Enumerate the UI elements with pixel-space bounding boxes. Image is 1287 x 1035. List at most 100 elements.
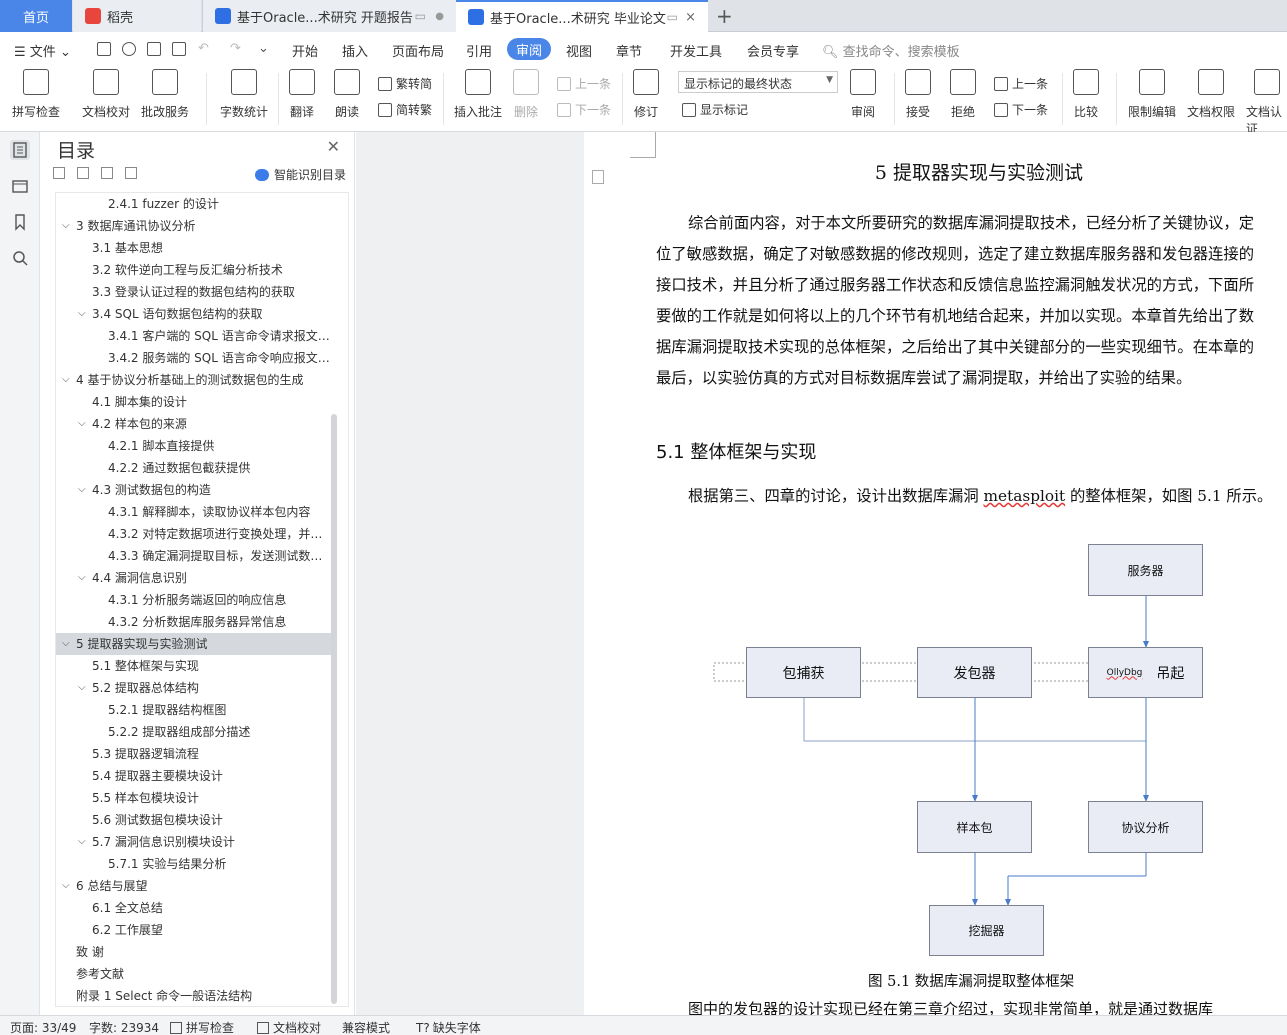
redo-icon[interactable]: ↷ [230,41,241,56]
chevron-down-icon[interactable]: ⌵ [62,215,72,237]
toc-item[interactable]: ⌵ 3.4 SQL 语句数据包结构的获取 [56,303,331,325]
toc-item[interactable]: 5.4 提取器主要模块设计 [56,765,331,787]
toc-item[interactable]: 5.2.1 提取器结构框图 [56,699,331,721]
revise-button[interactable]: 修订 [633,69,659,120]
doc-proof-button[interactable]: 文档校对 [82,69,130,120]
toc-item[interactable]: 6.2 工作展望 [56,919,331,941]
toc-item[interactable]: 4.3.3 确定漏洞提取目标，发送测试数据包到服务器 [56,545,331,567]
undo-icon[interactable]: ↶ [198,41,209,56]
remove-heading-icon[interactable] [125,167,137,179]
status-proof[interactable]: 文档校对 [257,1019,321,1035]
toc-item[interactable]: 4.3.1 分析服务端返回的响应信息 [56,589,331,611]
next-comment-button[interactable]: 下一条 [557,101,611,118]
menu-developer[interactable]: 开发工具 [670,41,722,60]
compat-mode[interactable]: 兼容模式 [342,1019,390,1035]
tab-shell[interactable]: 稻壳 [73,0,201,32]
toc-item[interactable]: 致 谢 [56,941,331,963]
toc-item[interactable]: 3.4.2 服务端的 SQL 语言命令响应报文数据格式 [56,347,331,369]
read-aloud-button[interactable]: 朗读 [334,69,360,120]
doc-permission-button[interactable]: 文档权限 [1187,69,1235,120]
new-tab-plus-icon[interactable]: + [716,4,733,28]
file-menu[interactable]: ☰ 文件 ⌄ [14,41,71,60]
show-markup-button[interactable]: 显示标记 [682,101,748,118]
insert-comment-button[interactable]: 插入批注 [454,69,502,120]
prev-comment-button[interactable]: 上一条 [557,75,611,92]
toc-item[interactable]: ⌵ 6 总结与展望 [56,875,331,897]
word-count-indicator[interactable]: 字数: 23934 [89,1019,159,1035]
menu-review[interactable]: 审阅 [507,38,551,60]
markup-state-select[interactable]: 显示标记的最终状态 ▼ [678,71,838,93]
toc-item[interactable]: 5.7.1 实验与结果分析 [56,853,331,875]
translate-button[interactable]: 翻译 [289,69,315,120]
toc-item[interactable]: 5.3 提取器逻辑流程 [56,743,331,765]
close-dot-icon[interactable]: ● [435,11,444,22]
chevron-down-icon[interactable]: ⌵ [78,303,88,325]
toc-item[interactable]: 4.2.1 脚本直接提供 [56,435,331,457]
toc-item[interactable]: 5.1 整体框架与实现 [56,655,331,677]
reject-button[interactable]: 拒绝 [950,69,976,120]
document-page[interactable]: 5 提取器实现与实验测试 综合前面内容，对于本文所要研究的数据库漏洞提取技术，已… [584,132,1287,1015]
outline-icon[interactable] [10,140,30,160]
bookmark-icon[interactable] [10,212,30,232]
toc-item[interactable]: 3.1 基本思想 [56,237,331,259]
simp-to-trad-button[interactable]: 简转繁 [378,101,432,118]
menu-page-layout[interactable]: 页面布局 [392,41,444,60]
close-icon[interactable]: × [685,10,696,25]
delete-comment-button[interactable]: 删除 [513,69,539,120]
close-icon[interactable]: ✕ [327,137,340,156]
menu-start[interactable]: 开始 [292,41,318,60]
toc-item[interactable]: 4.3.1 解释脚本，读取协议样本包内容 [56,501,331,523]
toc-item[interactable]: 附录 1 Select 命令一般语法结构 [56,985,331,1006]
word-count-button[interactable]: 字数统计 [220,69,268,120]
toc-scrollbar[interactable] [331,414,337,1004]
chevron-down-icon[interactable]: ⌵ [78,567,88,589]
chevron-down-icon[interactable]: ⌵ [62,875,72,897]
screen-icon[interactable]: ▭ [415,9,426,23]
chevron-down-icon[interactable]: ⌵ [62,633,72,655]
chevron-down-icon[interactable]: ⌵ [78,677,88,699]
compare-button[interactable]: 比较 [1073,69,1099,120]
toc-item[interactable]: 4.1 脚本集的设计 [56,391,331,413]
spellcheck-button[interactable]: 拼写检查 [12,69,60,120]
doc-cert-button[interactable]: 文档认证 [1246,69,1287,137]
export-icon[interactable] [122,42,136,56]
toc-item[interactable]: 4.3.2 对特定数据项进行变换处理，并构造测试数据包 [56,523,331,545]
toc-item[interactable]: 参考文献 [56,963,331,985]
toc-item[interactable]: ⌵ 5.7 漏洞信息识别模块设计 [56,831,331,853]
restrict-edit-button[interactable]: 限制编辑 [1128,69,1176,120]
toc-item[interactable]: ⌵ 4.3 测试数据包的构造 [56,479,331,501]
page-indicator[interactable]: 页面: 33/49 [10,1019,76,1035]
toc-item[interactable]: 5.5 样本包模块设计 [56,787,331,809]
tab-doc-thesis[interactable]: 基于Oracle...术研究 毕业论文 ▭ × [456,0,708,32]
toc-item[interactable]: 2.4.1 fuzzer 的设计 [56,193,331,215]
toc-item[interactable]: ⌵ 4 基于协议分析基础上的测试数据包的生成 [56,369,331,391]
toc-item[interactable]: ⌵ 5.2 提取器总体结构 [56,677,331,699]
toc-item[interactable]: 4.2.2 通过数据包截获提供 [56,457,331,479]
menu-chapter[interactable]: 章节 [616,41,642,60]
print-preview-icon[interactable] [172,42,186,56]
toc-item[interactable]: 6.1 全文总结 [56,897,331,919]
status-spellcheck[interactable]: 拼写检查 [170,1019,234,1035]
chapter-nav-icon[interactable] [10,176,30,196]
toc-item[interactable]: 5.6 测试数据包模块设计 [56,809,331,831]
batch-service-button[interactable]: 批改服务 [141,69,189,120]
customize-chevron-icon[interactable]: ⌄ [258,41,269,56]
tab-doc-proposal[interactable]: 基于Oracle...术研究 开题报告 ▭ ● [202,0,456,32]
toc-item[interactable]: ⌵ 4.2 样本包的来源 [56,413,331,435]
review-pane-button[interactable]: 审阅 [850,69,876,120]
chevron-down-icon[interactable]: ⌵ [62,369,72,391]
smart-toc-button[interactable]: 智能识别目录 [255,166,346,183]
toc-item[interactable]: ⌵ 5 提取器实现与实验测试 [56,633,331,655]
trad-to-simp-button[interactable]: 繁转简 [378,75,432,92]
accept-button[interactable]: 接受 [905,69,931,120]
chevron-down-icon[interactable]: ⌵ [78,479,88,501]
toc-item[interactable]: 3.2 软件逆向工程与反汇编分析技术 [56,259,331,281]
menu-insert[interactable]: 插入 [342,41,368,60]
toc-item[interactable]: ⌵ 4.4 漏洞信息识别 [56,567,331,589]
print-icon[interactable] [147,42,161,56]
toc-item[interactable]: 3.3 登录认证过程的数据包结构的获取 [56,281,331,303]
collapse-all-icon[interactable] [53,167,65,179]
toc-item[interactable]: 3.4.1 客户端的 SQL 语言命令请求报文数据格式 [56,325,331,347]
expand-up-icon[interactable] [77,167,89,179]
toc-item[interactable]: 4.3.2 分析数据库服务器异常信息 [56,611,331,633]
